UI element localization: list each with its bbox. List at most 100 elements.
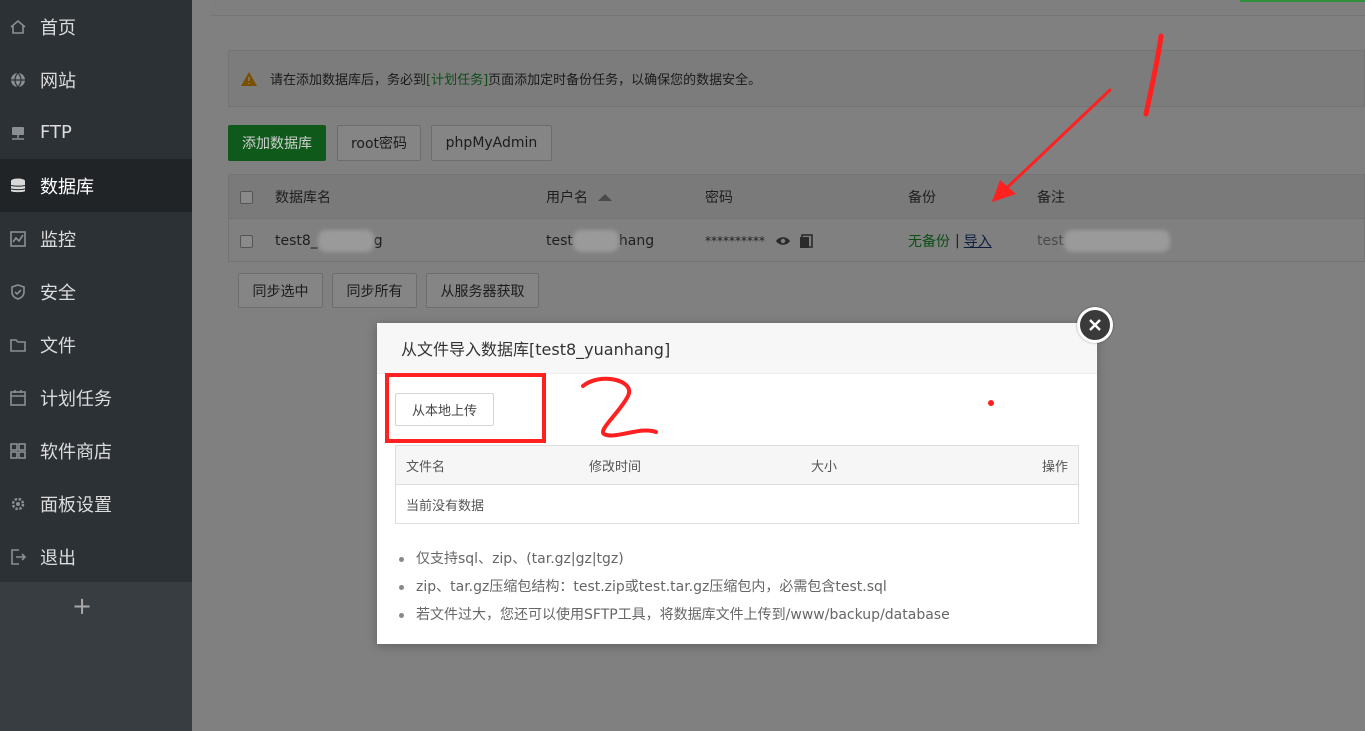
ftp-icon — [9, 124, 27, 142]
grid-icon — [9, 442, 27, 460]
sidebar-item-label: 计划任务 — [40, 388, 112, 410]
note-prefix: test — [1037, 233, 1064, 249]
header-operations: 操作 — [1041, 460, 1068, 475]
tip-text: zip、tar.gz压缩包结构：test.zip或test.tar.gz压缩包内… — [416, 579, 887, 595]
close-icon — [1089, 319, 1101, 331]
sidebar-item-store[interactable]: 软件商店 — [0, 424, 192, 477]
sidebar-item-website[interactable]: 网站 — [0, 53, 192, 106]
header-mtime: 修改时间 — [589, 460, 642, 475]
db-name-prefix: test8_ — [275, 233, 318, 249]
password-mask: ********** — [705, 234, 765, 248]
sidebar-item-logout[interactable]: 退出 — [0, 530, 192, 583]
sidebar-item-label: 网站 — [40, 70, 76, 92]
add-menu-button[interactable]: + — [70, 594, 94, 618]
top-card — [210, 0, 1365, 16]
sync-selected-button[interactable]: 同步选中 — [238, 273, 323, 308]
username-prefix: test — [546, 233, 573, 249]
add-database-button[interactable]: 添加数据库 — [228, 125, 326, 161]
dialog-header: 从文件导入数据库[test8_yuanhang] — [377, 323, 1097, 374]
header-backup: 备份 — [908, 190, 936, 206]
sidebar-item-database[interactable]: 数据库 — [0, 159, 192, 212]
folder-icon — [9, 336, 27, 354]
table-header: 数据库名 用户名 密码 备份 备注 — [229, 175, 1364, 219]
upload-tips: 仅支持sql、zip、(tar.gz|gz|tgz) zip、tar.gz压缩包… — [399, 545, 1079, 629]
username-cell: test hang — [546, 219, 654, 263]
header-username-label: 用户名 — [546, 190, 588, 206]
upload-local-button[interactable]: 从本地上传 — [395, 393, 494, 426]
list-item: zip、tar.gz压缩包结构：test.zip或test.tar.gz压缩包内… — [399, 573, 1079, 601]
header-size: 大小 — [811, 460, 838, 475]
sidebar-item-label: 安全 — [40, 282, 76, 304]
separator: | — [955, 233, 960, 249]
warning-icon — [241, 71, 257, 86]
username-suffix: hang — [618, 233, 655, 249]
alert-text-after: 页面添加定时备份任务，以确保您的数据安全。 — [488, 73, 762, 88]
header-note: 备注 — [1037, 190, 1065, 206]
row-checkbox[interactable] — [240, 234, 253, 248]
sidebar-item-label: 退出 — [40, 547, 76, 569]
sidebar-item-label: 首页 — [40, 17, 76, 39]
database-panel: 请在添加数据库后，务必到 [计划任务] 页面添加定时备份任务，以确保您的数据安全。 … — [210, 32, 1365, 346]
sort-asc-icon — [598, 193, 612, 201]
redacted-blur — [1063, 230, 1170, 252]
empty-message: 当前没有数据 — [406, 499, 485, 514]
sidebar-item-files[interactable]: 文件 — [0, 318, 192, 371]
import-link[interactable]: 导入 — [964, 231, 992, 251]
sidebar-item-label: 监控 — [40, 229, 76, 251]
sync-all-button[interactable]: 同步所有 — [332, 273, 417, 308]
header-username[interactable]: 用户名 — [546, 175, 612, 219]
note-cell[interactable]: test — [1037, 219, 1170, 263]
sidebar-item-label: 面板设置 — [40, 494, 112, 516]
shield-icon — [9, 283, 27, 301]
tip-text: 仅支持sql、zip、(tar.gz|gz|tgz) — [416, 551, 624, 567]
copy-icon[interactable] — [799, 233, 813, 249]
home-icon — [9, 18, 27, 36]
dialog-title: 从文件导入数据库[test8_yuanhang] — [401, 340, 671, 359]
header-password: 密码 — [705, 190, 733, 206]
redacted-blur — [572, 230, 619, 252]
row-select-cell — [240, 219, 253, 263]
sidebar-item-settings[interactable]: 面板设置 — [0, 477, 192, 530]
logout-icon — [9, 548, 27, 566]
phpmyadmin-button[interactable]: phpMyAdmin — [431, 125, 552, 161]
sidebar-item-home[interactable]: 首页 — [0, 0, 192, 53]
sidebar-item-monitor[interactable]: 监控 — [0, 212, 192, 265]
sidebar: 首页 网站 FTP 数据库 监控 安全 文件 计划任务 软件商店 面板设置 退出… — [0, 0, 192, 731]
sidebar-item-label: FTP — [40, 122, 72, 143]
top-card-accent — [1240, 0, 1365, 2]
sidebar-item-label: 文件 — [40, 335, 76, 357]
cron-link[interactable]: [计划任务] — [426, 69, 488, 88]
sidebar-item-label: 软件商店 — [40, 441, 112, 463]
monitor-icon — [9, 230, 27, 248]
globe-icon — [9, 71, 27, 89]
sidebar-item-label: 数据库 — [40, 176, 94, 198]
database-table: 数据库名 用户名 密码 备份 备注 test8_ g test hang *****… — [228, 174, 1365, 262]
sidebar-item-ftp[interactable]: FTP — [0, 106, 192, 159]
sidebar-item-cron[interactable]: 计划任务 — [0, 371, 192, 424]
bullet — [399, 584, 404, 590]
fetch-from-server-button[interactable]: 从服务器获取 — [426, 273, 539, 308]
file-table: 文件名 修改时间 大小 操作 当前没有数据 — [395, 445, 1079, 524]
tip-text: 若文件过大，您还可以使用SFTP工具，将数据库文件上传到/www/backup/… — [416, 607, 950, 623]
sidebar-item-security[interactable]: 安全 — [0, 265, 192, 318]
select-all-cell — [240, 175, 253, 219]
backup-cell: 无备份 | 导入 — [908, 219, 992, 263]
list-item: 仅支持sql、zip、(tar.gz|gz|tgz) — [399, 545, 1079, 573]
sidebar-menu: 首页 网站 FTP 数据库 监控 安全 文件 计划任务 软件商店 面板设置 退出 — [0, 0, 192, 582]
close-button[interactable] — [1077, 307, 1113, 343]
eye-icon[interactable] — [775, 235, 791, 247]
backup-alert: 请在添加数据库后，务必到 [计划任务] 页面添加定时备份任务，以确保您的数据安全。 — [228, 50, 1365, 107]
list-item: 若文件过大，您还可以使用SFTP工具，将数据库文件上传到/www/backup/… — [399, 601, 1079, 629]
header-filename: 文件名 — [406, 460, 446, 475]
redacted-blur — [317, 230, 374, 252]
bullet — [399, 612, 404, 618]
calendar-icon — [9, 389, 27, 407]
alert-text-before: 请在添加数据库后，务必到 — [270, 73, 427, 88]
root-password-button[interactable]: root密码 — [337, 125, 421, 161]
import-dialog: 从文件导入数据库[test8_yuanhang] 从本地上传 文件名 修改时间 … — [377, 307, 1113, 644]
header-db-name: 数据库名 — [275, 190, 331, 206]
gear-icon — [9, 495, 27, 513]
db-name-cell: test8_ g — [275, 219, 383, 263]
select-all-checkbox[interactable] — [240, 190, 253, 204]
database-icon — [9, 177, 27, 195]
